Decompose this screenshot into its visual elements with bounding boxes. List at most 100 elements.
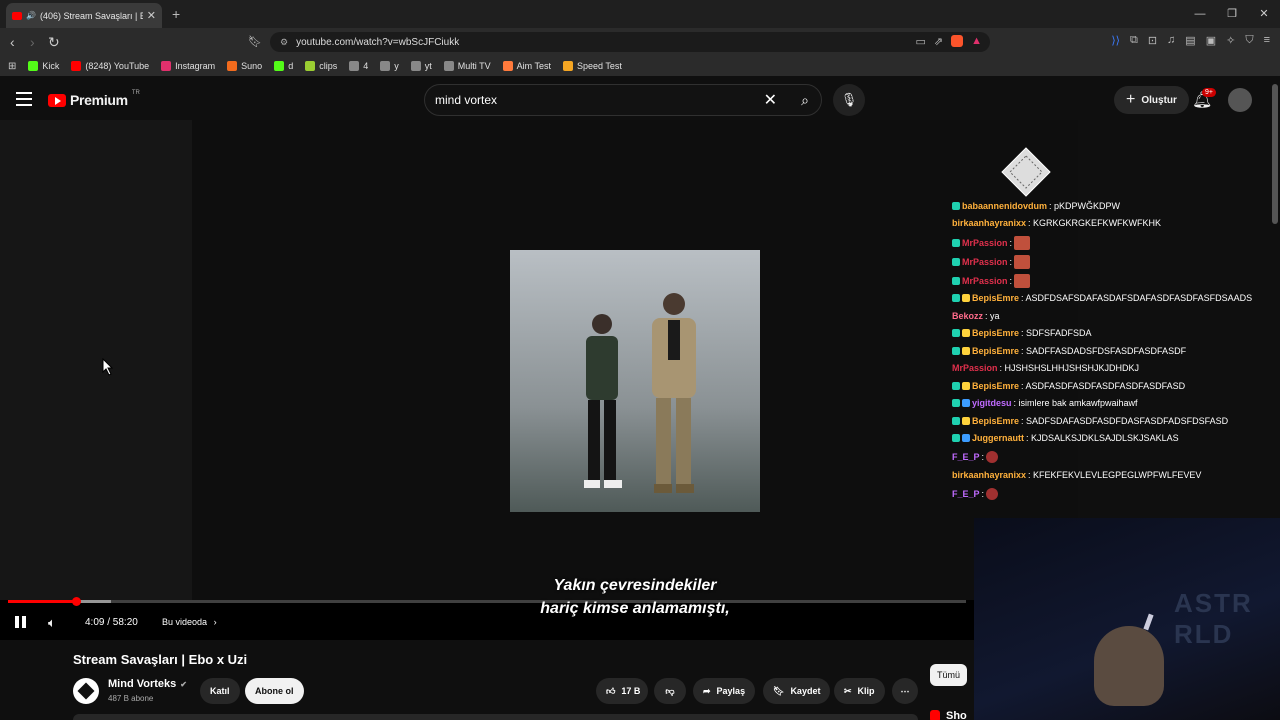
chat-text: : (1009, 238, 1013, 248)
search-box[interactable]: mind vortex ✕ ⌕ (424, 84, 822, 116)
chat-emote-icon (986, 488, 999, 500)
hamburger-menu-icon[interactable] (16, 92, 32, 110)
more-actions-button[interactable]: ⋯ (892, 678, 918, 704)
chat-badge-icon (952, 434, 960, 442)
dislike-button[interactable]: 👎︎ (654, 678, 686, 704)
cast-icon[interactable]: ▭ (915, 35, 925, 48)
bookmark-item[interactable]: Aim Test (502, 61, 551, 71)
chat-username: BepisEmre (972, 346, 1020, 356)
bookmark-favicon-icon (502, 61, 513, 71)
browser-tab-active[interactable]: 🔊 (406) Stream Savaşları | Ebo x ✕ (6, 3, 162, 28)
bookmark-item[interactable]: y (380, 61, 399, 71)
bookmark-page-icon[interactable]: 🔖︎ (248, 34, 262, 50)
bookmark-item[interactable]: clips (305, 61, 337, 71)
wallet-icon[interactable]: ▣ (1206, 34, 1216, 47)
vpn-icon[interactable]: ⛉ (1245, 34, 1253, 47)
sidebar-icon[interactable]: ▤ (1185, 34, 1195, 47)
bookmark-item[interactable]: 4 (349, 61, 368, 71)
tab-title: (406) Stream Savaşları | Ebo x (39, 10, 143, 21)
page-scrollbar[interactable] (1272, 84, 1278, 224)
brave-rewards-icon[interactable]: ▲ (971, 35, 982, 48)
music-icon[interactable]: ♫ (1167, 34, 1175, 47)
site-info-icon[interactable]: ⚙︎ (280, 37, 288, 48)
bookmark-item[interactable]: yt (410, 61, 432, 71)
pause-button[interactable] (15, 616, 26, 628)
bookmark-label: Kick (42, 61, 60, 71)
chat-username: MrPassion (962, 257, 1008, 267)
clear-search-icon[interactable]: ✕ (764, 90, 777, 110)
ai-assistant-icon[interactable]: ✧ (1226, 34, 1235, 47)
bookmark-item[interactable]: (8248) YouTube (71, 61, 149, 71)
bookmark-item[interactable]: d (274, 61, 293, 71)
more-horizontal-icon: ⋯ (900, 685, 910, 696)
thumbs-down-icon: 👎︎ (665, 685, 675, 696)
time-display: 4:09 / 58:20 (85, 617, 138, 628)
share-button[interactable]: ➦ Paylaş (693, 678, 756, 704)
notifications-count-badge: 9+ (1202, 88, 1216, 97)
bookmark-item[interactable]: Suno (227, 61, 262, 71)
progress-scrubber-handle[interactable] (72, 597, 81, 606)
channel-avatar[interactable] (73, 678, 99, 704)
shorts-heading: Sho (930, 710, 967, 720)
address-bar[interactable]: ⚙︎ youtube.com/watch?v=wbScJFCiukk ▭ ⇗ ▲ (270, 32, 990, 52)
apps-grid-icon[interactable]: ⊞ (8, 61, 16, 72)
bookmark-item[interactable]: Kick (28, 61, 59, 71)
screenshot-extension-icon[interactable]: ⊡ (1148, 34, 1157, 47)
bookmark-label: Multi TV (457, 61, 491, 71)
chat-text: : (1009, 257, 1013, 267)
bookmark-favicon-icon (562, 61, 573, 71)
new-tab-button[interactable]: + (172, 6, 180, 22)
save-button[interactable]: 🔖︎ Kaydet (763, 678, 831, 704)
chat-username: BepisEmre (972, 416, 1020, 426)
reload-button[interactable]: ↻ (48, 34, 60, 50)
search-icon[interactable]: ⌕ (801, 92, 809, 109)
chat-badge-icon (952, 277, 960, 285)
chat-message: birkaanhayranixx: KFEKFEKVLEVLEGPEGLWPFW… (952, 470, 1201, 480)
bookmark-item[interactable]: Speed Test (562, 61, 622, 71)
channel-name: Mind Vorteks (108, 678, 177, 690)
like-button[interactable]: 👍︎ 17 B (596, 678, 649, 704)
create-button[interactable]: + Oluştur (1114, 86, 1189, 114)
bookmark-label: d (288, 61, 294, 71)
chat-username: BepisEmre (972, 328, 1020, 338)
join-button[interactable]: Katıl (200, 678, 240, 704)
clip-button[interactable]: ✂ Klip (834, 678, 885, 704)
voice-search-icon[interactable]: 🎙︎ (833, 84, 865, 116)
share-icon[interactable]: ⇗ (934, 35, 943, 48)
bookmark-item[interactable]: Instagram (161, 61, 215, 71)
volume-icon[interactable]: 🔈︎ (48, 615, 56, 631)
description-box[interactable] (73, 714, 918, 720)
subscribe-button[interactable]: Abone ol (245, 678, 304, 704)
chat-message: BepisEmre: ASDFDSAFSDAFASDAFSDAFASDFASDF… (952, 293, 1252, 303)
channel-name-link[interactable]: Mind Vorteks ✔ (108, 678, 187, 690)
chat-text: : SADFFASDADSFDSFASDFASDFASDF (1021, 346, 1187, 356)
bookmark-item[interactable]: Multi TV (443, 61, 491, 71)
clip-label: Klip (857, 686, 875, 696)
close-window-button[interactable]: ✕ (1248, 0, 1280, 28)
translate-extension-icon[interactable]: ⟩⟩ (1111, 34, 1120, 47)
scissors-icon: ✂ (844, 685, 852, 696)
chat-username: birkaanhayranixx (952, 218, 1027, 228)
account-avatar[interactable] (1228, 88, 1252, 112)
chat-username: MrPassion (962, 238, 1008, 248)
chat-text: : isimlere bak amkawfpwaihawf (1013, 398, 1138, 408)
chat-message: BepisEmre: SADFFASDADSFDSFASDFASDFASDF (952, 346, 1186, 356)
minimize-button[interactable]: — (1184, 0, 1216, 28)
person-left-figure (584, 314, 622, 488)
tab-close-icon[interactable]: ✕ (147, 9, 156, 22)
chapter-button[interactable]: Bu videoda › (162, 617, 217, 627)
save-label: Kaydet (790, 686, 821, 696)
back-button[interactable]: ‹ (10, 34, 15, 50)
restore-button[interactable]: ❐ (1216, 0, 1248, 28)
chat-badge-icon (952, 239, 960, 247)
chat-message: BepisEmre: ASDFASDFASDFASDFASDFASDFASD (952, 381, 1185, 391)
youtube-premium-logo[interactable]: Premium TR (48, 90, 140, 108)
join-label: Katıl (210, 686, 230, 696)
forward-button[interactable]: › (30, 34, 35, 50)
filter-chip-all[interactable]: Tümü (930, 664, 968, 686)
progress-bar[interactable] (8, 600, 966, 603)
brave-shields-icon[interactable] (951, 35, 964, 47)
menu-icon[interactable]: ≡ (1264, 34, 1270, 47)
chat-badge-icon (962, 347, 970, 355)
extension-icon[interactable]: ⧉ (1130, 34, 1138, 47)
